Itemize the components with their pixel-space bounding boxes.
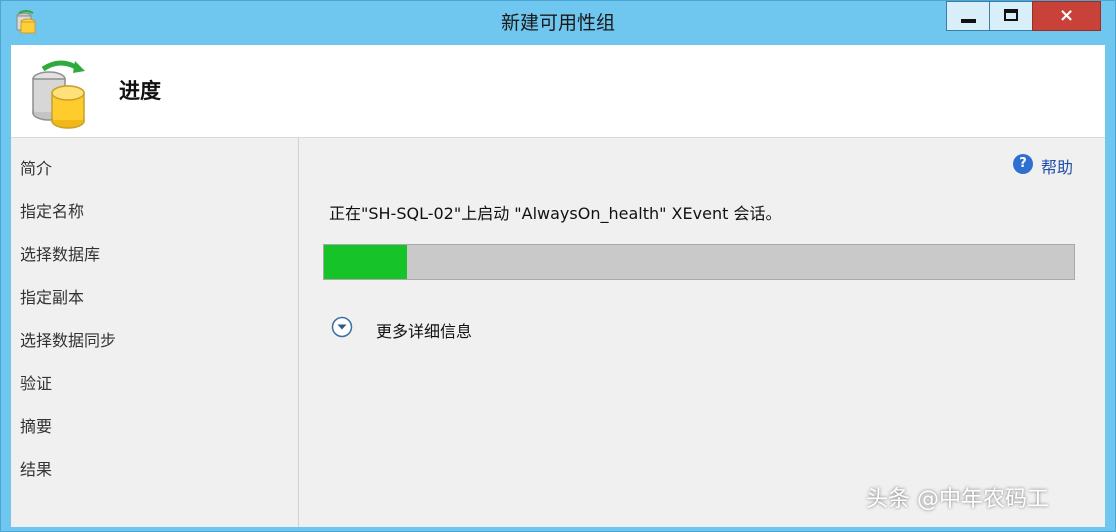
nav-item-intro[interactable]: 简介 bbox=[20, 155, 52, 179]
database-sync-icon bbox=[32, 60, 85, 129]
watermark: 头条 @中年农码工 bbox=[866, 487, 1049, 512]
wizard-steps-sidebar: 简介 指定名称 选择数据库 指定副本 选择数据同步 验证 摘要 结果 bbox=[11, 138, 299, 527]
nav-item-select-databases[interactable]: 选择数据库 bbox=[20, 241, 100, 265]
progress-panel: ? 帮助 正在"SH-SQL-02"上启动 "AlwaysOn_health" … bbox=[304, 138, 1105, 527]
page-header: 进度 bbox=[11, 45, 1105, 138]
nav-item-summary[interactable]: 摘要 bbox=[20, 413, 52, 437]
help-icon: ? bbox=[1013, 154, 1033, 174]
chevron-down-icon bbox=[331, 316, 353, 338]
progress-fill bbox=[324, 245, 407, 279]
status-message: 正在"SH-SQL-02"上启动 "AlwaysOn_health" XEven… bbox=[329, 204, 782, 223]
nav-item-results[interactable]: 结果 bbox=[20, 456, 52, 480]
nav-item-data-sync[interactable]: 选择数据同步 bbox=[20, 327, 116, 351]
wizard-window: 新建可用性组 × 进度 简介 指定名称 选择数据库 指定副本 选择数据同步 验证… bbox=[0, 0, 1116, 532]
minimize-icon bbox=[961, 19, 976, 23]
nav-item-validation[interactable]: 验证 bbox=[20, 370, 52, 394]
nav-item-specify-replicas[interactable]: 指定副本 bbox=[20, 284, 84, 308]
help-label: 帮助 bbox=[1041, 158, 1074, 177]
minimize-button[interactable] bbox=[946, 1, 990, 31]
progress-bar bbox=[323, 244, 1075, 280]
maximize-icon bbox=[1004, 9, 1018, 21]
more-details-label: 更多详细信息 bbox=[376, 322, 473, 341]
close-button[interactable]: × bbox=[1032, 1, 1101, 31]
title-bar[interactable]: 新建可用性组 × bbox=[1, 1, 1115, 45]
wizard-client-area: 进度 简介 指定名称 选择数据库 指定副本 选择数据同步 验证 摘要 结果 ? … bbox=[11, 45, 1105, 527]
page-title: 进度 bbox=[119, 79, 161, 103]
nav-item-specify-name[interactable]: 指定名称 bbox=[20, 198, 84, 222]
maximize-button[interactable] bbox=[989, 1, 1033, 31]
close-icon: × bbox=[1058, 5, 1075, 26]
